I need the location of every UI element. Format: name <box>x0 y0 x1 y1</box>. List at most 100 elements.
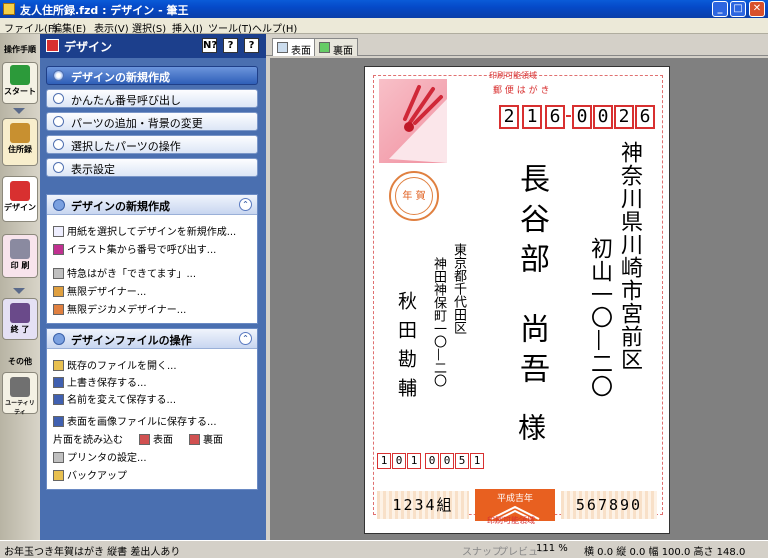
pine-branch-icon <box>389 85 447 163</box>
new-design-box-title: デザインの新規作成 <box>71 200 170 213</box>
folder-icon <box>53 360 64 371</box>
save-icon <box>53 377 64 388</box>
link-illust-number[interactable]: イラスト集から番号で呼び出す... <box>53 241 216 256</box>
menu-view[interactable]: 表示(V) <box>94 20 129 35</box>
postal-digit[interactable]: 2 <box>614 105 634 129</box>
recipient-address-line2[interactable]: 初山一〇—二〇 <box>583 237 615 398</box>
pine-illustration[interactable] <box>379 79 447 163</box>
tab-utility[interactable]: ユーティリティ <box>2 372 38 416</box>
tab-start-label: スタート <box>4 87 36 96</box>
link-save-as[interactable]: 名前を変えて保存する... <box>53 391 176 406</box>
link-mugen-camera[interactable]: 無限デジカメデザイナー... <box>53 301 186 316</box>
menu-number-call[interactable]: かんたん番号呼び出し <box>46 89 258 108</box>
menu-select[interactable]: 選択(S) <box>132 20 166 35</box>
postal-digit[interactable]: 0 <box>593 105 613 129</box>
menu-help[interactable]: ヘルプ(H) <box>252 20 297 35</box>
status-zoom: 111 % <box>536 543 568 554</box>
tab-start[interactable]: スタート <box>2 62 38 104</box>
card-icon <box>189 434 200 445</box>
sender-postal-digit[interactable]: 1 <box>377 453 391 469</box>
postal-digit[interactable]: 6 <box>635 105 655 129</box>
load-front-button[interactable]: 表面 <box>139 431 173 446</box>
app-icon <box>3 3 15 15</box>
other-header: その他 <box>8 357 32 366</box>
sender-postal-digit[interactable]: 0 <box>392 453 406 469</box>
link-new-paper[interactable]: 用紙を選択してデザインを新規作成... <box>53 223 236 238</box>
sender-postal-digit[interactable]: 5 <box>455 453 469 469</box>
menu-number-call-label: かんたん番号呼び出し <box>71 94 181 107</box>
postal-digit[interactable]: 6 <box>545 105 565 129</box>
recipient-honorific[interactable]: 様 <box>510 413 550 441</box>
new-design-box-header[interactable]: デザインの新規作成 ⌃ <box>47 195 257 215</box>
tab-design[interactable]: デザイン <box>2 176 38 222</box>
lottery-number-left: 1234組 <box>377 491 469 519</box>
sender-postal-digit[interactable]: 1 <box>407 453 421 469</box>
recipient-given-name[interactable]: 尚吾 <box>509 313 553 393</box>
collapse-icon[interactable]: ⌃ <box>239 332 252 345</box>
menu-insert[interactable]: 挿入(I) <box>172 20 203 35</box>
status-bar: お年玉つき年賀はがき 縦書 差出人あり スナップ プレビュー 111 % 横 0… <box>0 540 768 558</box>
maximize-button[interactable]: □ <box>730 1 746 17</box>
help-button[interactable]: ? <box>244 38 259 53</box>
menu-parts-ops[interactable]: 選択したパーツの操作 <box>46 135 258 154</box>
menu-add-parts[interactable]: パーツの追加・背景の変更 <box>46 112 258 131</box>
help-n-button[interactable]: N? <box>202 38 217 53</box>
print-area-label-bottom: 印刷可能領域 <box>487 516 535 525</box>
postal-digit[interactable]: 0 <box>572 105 592 129</box>
tab-end[interactable]: 終 了 <box>2 298 38 340</box>
menu-bar: ファイル(F) 編集(E) 表示(V) 選択(S) 挿入(I) ツール(T) ヘ… <box>0 18 768 35</box>
lottery-unit: 組 <box>436 496 454 514</box>
link-express-card[interactable]: 特急はがき「できてます」... <box>53 265 196 280</box>
postcard[interactable]: 印刷可能領域 郵 便 は が き 年 賀 2 1 6 0 0 2 6 神奈川県川… <box>364 66 670 534</box>
postal-digit[interactable]: 2 <box>499 105 519 129</box>
radio-icon <box>53 139 64 150</box>
radio-icon <box>53 70 64 81</box>
sender-postal-digit[interactable]: 0 <box>425 453 439 469</box>
menu-file[interactable]: ファイル(F) <box>4 20 58 35</box>
design-canvas[interactable]: 印刷可能領域 郵 便 は が き 年 賀 2 1 6 0 0 2 6 神奈川県川… <box>270 58 768 540</box>
minimize-button[interactable]: _ <box>712 1 728 17</box>
circle-icon <box>53 199 65 211</box>
tab-back[interactable]: 裏面 <box>314 38 358 57</box>
menu-tools[interactable]: ツール(T) <box>208 20 252 35</box>
radio-icon <box>53 162 64 173</box>
postcard-header: 郵 便 は が き <box>493 86 550 96</box>
print-area-label-top: 印刷可能領域 <box>489 71 537 80</box>
link-mugen-designer[interactable]: 無限デザイナー... <box>53 283 146 298</box>
document-tabs: 表面 裏面 <box>266 34 768 57</box>
sender-postal-digit[interactable]: 1 <box>470 453 484 469</box>
file-ops-box-header[interactable]: デザインファイルの操作 ⌃ <box>47 329 257 349</box>
status-snap[interactable]: スナップ <box>462 543 502 558</box>
link-printer-settings[interactable]: プリンタの設定... <box>53 449 147 464</box>
image-save-icon <box>53 416 64 427</box>
load-back-button[interactable]: 裏面 <box>189 431 223 446</box>
link-backup[interactable]: バックアップ <box>53 467 127 482</box>
tab-address[interactable]: 住所録 <box>2 118 38 166</box>
menu-new-design[interactable]: デザインの新規作成 <box>46 66 258 85</box>
menu-add-parts-label: パーツの追加・背景の変更 <box>71 117 203 130</box>
step-sidebar: 操作手順 スタート 住所録 デザイン 印 刷 終 了 その他 ユーティリティ <box>0 34 40 540</box>
tab-print-label: 印 刷 <box>10 261 30 270</box>
help-pointer-button[interactable]: ? <box>223 38 238 53</box>
recipient-family-name[interactable]: 長谷部 <box>509 163 553 283</box>
tab-print[interactable]: 印 刷 <box>2 234 38 278</box>
recipient-address-line1[interactable]: 神奈川県川崎市宮前区 <box>613 141 645 371</box>
sender-name[interactable]: 秋田勘輔 <box>393 291 420 407</box>
link-save[interactable]: 上書き保存する... <box>53 374 147 389</box>
card-icon <box>139 434 150 445</box>
sender-address-line1[interactable]: 東京都千代田区 <box>449 243 468 334</box>
panel-title: デザイン <box>64 40 113 54</box>
file-ops-box: デザインファイルの操作 ⌃ 既存のファイルを開く... 上書き保存する... 名前… <box>46 328 258 490</box>
postal-digit[interactable]: 1 <box>522 105 542 129</box>
tab-front[interactable]: 表面 <box>272 38 316 57</box>
sender-address-line2[interactable]: 神田神保町一〇—二〇 <box>429 257 448 387</box>
radio-icon <box>53 116 64 127</box>
link-open-file[interactable]: 既存のファイルを開く... <box>53 357 177 372</box>
menu-edit[interactable]: 編集(E) <box>52 20 86 35</box>
menu-display-settings[interactable]: 表示設定 <box>46 158 258 177</box>
sender-postal-digit[interactable]: 0 <box>440 453 454 469</box>
link-save-image[interactable]: 表面を画像ファイルに保存する... <box>53 413 217 428</box>
close-button[interactable]: ✕ <box>749 1 765 17</box>
collapse-icon[interactable]: ⌃ <box>239 198 252 211</box>
d-icon <box>53 244 64 255</box>
